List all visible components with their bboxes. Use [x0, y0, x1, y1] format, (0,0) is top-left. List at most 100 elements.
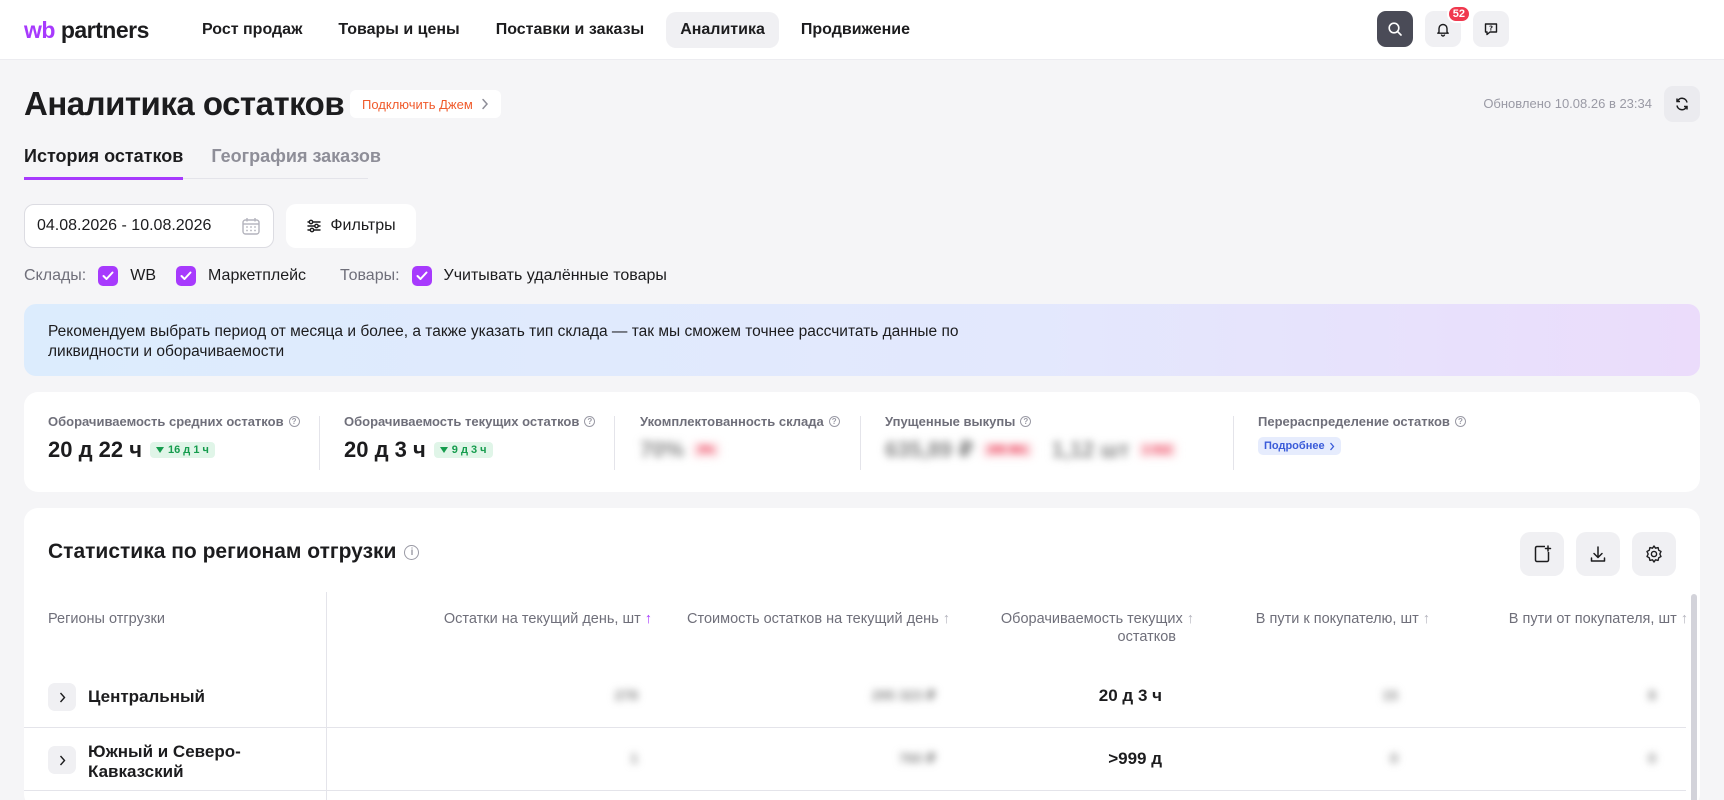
- region-name: Центральный: [88, 687, 205, 706]
- sort-arrow-up-icon[interactable]: ↑: [1187, 611, 1194, 627]
- kpi-separator: [860, 416, 861, 470]
- kpi-delta-badge: 16 д 1 ч: [150, 442, 215, 458]
- banner-text: Рекомендуем выбрать период от месяца и б…: [48, 323, 959, 360]
- check-icon: [180, 271, 192, 280]
- regions-stats-card: Статистика по регионам отгрузки i Регион…: [24, 508, 1700, 800]
- cell-stock-blurred: 278: [614, 687, 638, 703]
- help-icon[interactable]: ?: [1454, 416, 1466, 427]
- kpi-avg-turnover: Оборачиваемость средних остатков? 20 д 2…: [48, 414, 300, 463]
- main-nav: Рост продаж Товары и цены Поставки и зак…: [188, 12, 924, 48]
- connect-jam-button[interactable]: Подключить Джем: [350, 90, 501, 118]
- column-header-turnover[interactable]: Оборачиваемость текущих ↑ остатков: [1001, 610, 1194, 646]
- updated-timestamp: Обновлено 10.08.26 в 23:34: [1483, 96, 1652, 111]
- sort-arrow-up-icon[interactable]: ↑: [645, 611, 652, 627]
- table-scrollbar[interactable]: [1691, 594, 1697, 800]
- sort-arrow-up-icon[interactable]: ↑: [1423, 611, 1430, 627]
- refresh-icon: [1676, 97, 1688, 111]
- kpi-title: Оборачиваемость текущих остатков: [344, 414, 580, 429]
- kpi-title: Оборачиваемость средних остатков: [48, 414, 284, 429]
- warehouse-wb-label: WB: [130, 267, 157, 284]
- kpi-panel: Оборачиваемость средних остатков? 20 д 2…: [24, 392, 1700, 492]
- cell-from-buyer-blurred: 0: [1648, 750, 1656, 766]
- notifications-button[interactable]: 52: [1425, 5, 1471, 47]
- column-header-stock-value[interactable]: Стоимость остатков на текущий день ↑: [687, 610, 950, 628]
- connect-jam-label: Подключить Джем: [362, 96, 473, 112]
- logo[interactable]: wb partners: [24, 16, 149, 44]
- refresh-button[interactable]: [1664, 86, 1700, 122]
- recommendation-banner: Рекомендуем выбрать период от месяца и б…: [24, 304, 1700, 376]
- column-header-region[interactable]: Регионы отгрузки: [48, 610, 165, 628]
- filters-button[interactable]: Фильтры: [286, 204, 416, 248]
- tab-order-geography[interactable]: География заказов: [211, 146, 381, 180]
- kpi-delta-2-badge-blurred: 1 012: [1137, 442, 1178, 458]
- help-icon[interactable]: ?: [584, 416, 596, 427]
- goods-label: Товары:: [340, 267, 400, 284]
- nav-item-sales-growth[interactable]: Рост продаж: [188, 12, 316, 48]
- kpi-warehouse-staffing: Укомплектованность склада? 70% 3%: [640, 414, 840, 463]
- nav-item-promotion[interactable]: Продвижение: [787, 12, 924, 48]
- kpi-title: Упущенные выкупы: [885, 414, 1016, 429]
- search-button[interactable]: [1377, 11, 1413, 47]
- sliders-icon: [307, 219, 322, 233]
- tabs: История остатков География заказов: [24, 146, 381, 180]
- table-title: Статистика по регионам отгрузки i: [48, 540, 420, 564]
- nav-item-supplies-orders[interactable]: Поставки и заказы: [482, 12, 658, 48]
- kpi-value: 20 д 22 ч: [48, 437, 143, 462]
- filters-label: Фильтры: [330, 217, 396, 234]
- chevron-right-icon: [1329, 442, 1334, 450]
- notification-badge: 52: [1446, 5, 1471, 23]
- kpi-separator: [614, 416, 615, 470]
- more-details-button[interactable]: Подробнее: [1258, 437, 1341, 455]
- kpi-delta-badge-blurred: 3%: [692, 442, 720, 458]
- cell-from-buyer-blurred: 8: [1648, 687, 1656, 703]
- expand-row-button[interactable]: [48, 683, 76, 711]
- kpi-redistribution: Перераспределение остатков? Подробнее: [1258, 414, 1466, 455]
- chevron-right-icon: [482, 98, 488, 110]
- warehouse-marketplace-checkbox[interactable]: [176, 266, 197, 286]
- svg-text:?: ?: [1489, 25, 1493, 33]
- calendar-icon: [242, 218, 260, 235]
- cell-to-buyer-blurred: 15: [1382, 687, 1398, 703]
- kpi-title: Укомплектованность склада: [640, 414, 824, 429]
- download-icon: [1590, 546, 1606, 562]
- help-icon[interactable]: ?: [1020, 416, 1032, 427]
- table-row[interactable]: Южный и Северо- Кавказский 1 760 ₽ >999 д…: [24, 729, 1686, 791]
- nav-item-goods-prices[interactable]: Товары и цены: [324, 12, 473, 48]
- kpi-missed-buyouts: Упущенные выкупы? 635,89 ₽ 295 861 1,12 шт…: [885, 414, 1178, 463]
- check-icon: [102, 271, 114, 280]
- kpi-current-turnover: Оборачиваемость текущих остатков? 20 д 3…: [344, 414, 596, 463]
- deleted-goods-label: Учитывать удалённые товары: [443, 267, 667, 284]
- chevron-right-icon: [59, 692, 65, 702]
- kpi-value-blurred: 635,89 ₽: [885, 437, 974, 462]
- sort-arrow-up-icon[interactable]: ↑: [943, 611, 950, 627]
- sort-arrow-up-icon[interactable]: ↑: [1681, 611, 1688, 627]
- column-header-stock[interactable]: Остатки на текущий день, шт ↑: [444, 610, 652, 628]
- triangle-down-icon: [439, 447, 448, 453]
- date-range-input[interactable]: 04.08.2026 - 10.08.2026: [24, 204, 274, 248]
- page-title: Аналитика остатков: [24, 85, 345, 122]
- cell-stock-blurred: 1: [630, 750, 638, 766]
- warehouse-wb-checkbox[interactable]: [98, 266, 119, 286]
- kpi-value-blurred: 70%: [640, 437, 685, 462]
- info-icon[interactable]: i: [404, 544, 420, 560]
- add-report-button[interactable]: [1520, 532, 1564, 576]
- nav-item-analytics[interactable]: Аналитика: [666, 12, 779, 48]
- download-button[interactable]: [1576, 532, 1620, 576]
- help-icon[interactable]: ?: [828, 416, 840, 427]
- cell-stock-value-blurred: 760 ₽: [899, 750, 936, 766]
- kpi-value-2-blurred: 1,12 шт: [1051, 437, 1130, 462]
- expand-row-button[interactable]: [48, 746, 76, 774]
- kpi-value: 20 д 3 ч: [344, 437, 426, 462]
- help-icon[interactable]: ?: [288, 416, 300, 427]
- kpi-title: Перераспределение остатков: [1258, 414, 1450, 429]
- table-settings-button[interactable]: [1632, 532, 1676, 576]
- column-header-to-buyer[interactable]: В пути к покупателю, шт ↑: [1256, 610, 1430, 628]
- support-chat-button[interactable]: ?: [1473, 11, 1509, 47]
- deleted-goods-checkbox[interactable]: [411, 266, 432, 286]
- kpi-separator: [319, 416, 320, 470]
- cell-turnover: 20 д 3 ч: [1098, 686, 1162, 705]
- kpi-delta-badge-blurred: 295 861: [981, 442, 1034, 458]
- tab-stock-history[interactable]: История остатков: [24, 146, 184, 180]
- column-header-from-buyer[interactable]: В пути от покупателя, шт ↑: [1509, 610, 1688, 628]
- table-row[interactable]: Центральный 278 295 323 ₽ 20 д 3 ч 15 8: [24, 666, 1686, 728]
